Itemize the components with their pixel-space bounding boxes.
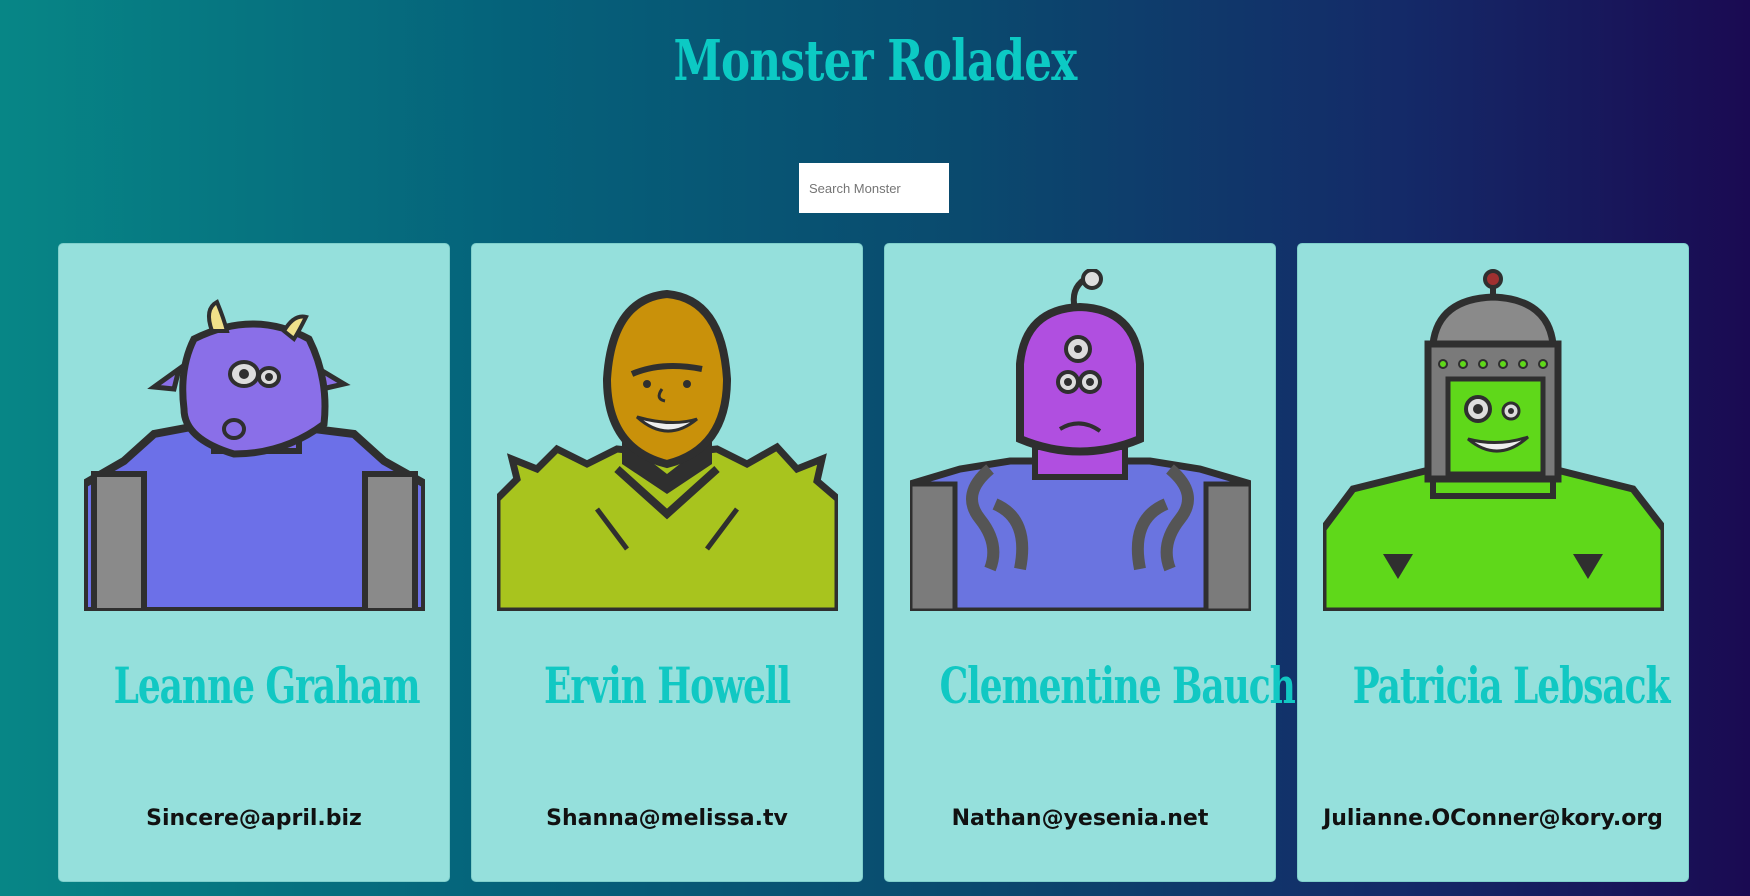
page-title: Monster Roladex (673, 28, 1077, 94)
monster-name: Clementine Bauch (939, 656, 1296, 715)
monster-avatar (1323, 269, 1664, 611)
monster-avatar (497, 269, 838, 611)
monster-card[interactable]: Patricia Lebsack Julianne.OConner@kory.o… (1297, 243, 1689, 882)
monster-email: Nathan@yesenia.net (951, 806, 1209, 831)
monster-card[interactable]: Clementine Bauch Nathan@yesenia.net (884, 243, 1296, 882)
monster-email: Shanna@melissa.tv (546, 806, 788, 831)
search-input[interactable] (799, 163, 949, 213)
monster-email: Sincere@april.biz (146, 806, 362, 831)
monster-card[interactable]: Leanne Graham Sincere@april.biz (58, 243, 450, 882)
monster-email: Julianne.OConner@kory.org (1323, 806, 1663, 831)
monster-avatar (84, 269, 425, 611)
monster-card[interactable]: Ervin Howell Shanna@melissa.tv (471, 243, 863, 882)
monster-name: Ervin Howell (543, 656, 791, 715)
monster-avatar (910, 269, 1251, 611)
monster-name: Leanne Graham (113, 656, 421, 715)
monster-name: Patricia Lebsack (1352, 656, 1671, 715)
